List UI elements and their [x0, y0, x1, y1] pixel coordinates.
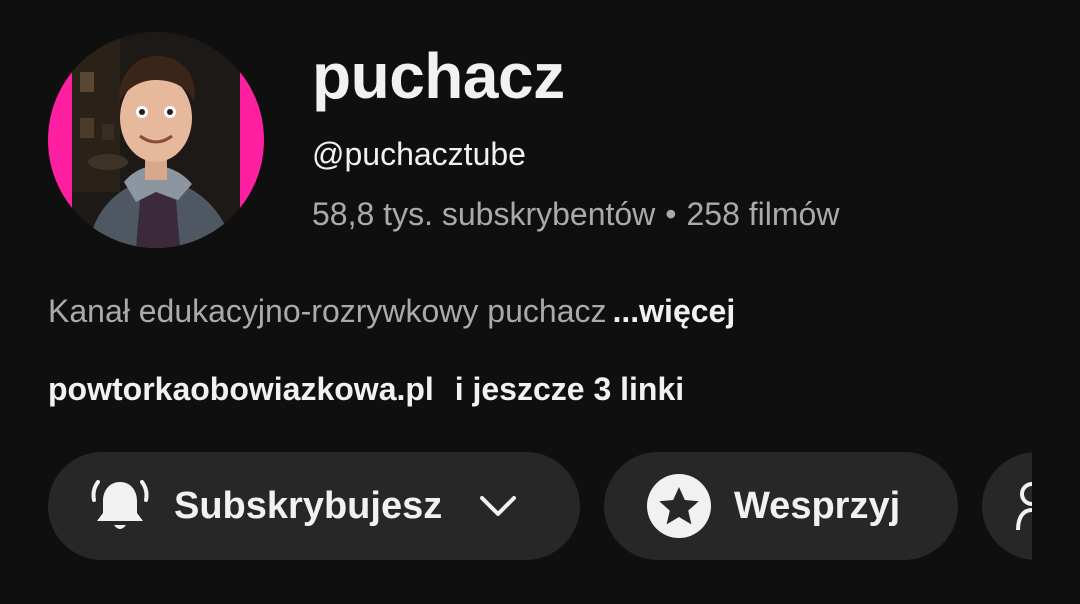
channel-name: puchacz	[312, 40, 565, 112]
subscribed-button[interactable]: Subskrybujesz	[48, 452, 580, 560]
stats-separator: •	[665, 196, 677, 232]
support-label: Wesprzyj	[734, 484, 901, 527]
channel-handle: @puchacztube	[312, 136, 526, 172]
description-text: Kanał edukacyjno-rozrywkowy puchacz	[48, 293, 607, 329]
channel-stats: 58,8 tys. subskrybentów • 258 filmów	[312, 194, 839, 234]
video-count: 258 filmów	[686, 196, 840, 232]
channel-links[interactable]: powtorkaobowiazkowa.pl i jeszcze 3 linki	[48, 368, 684, 410]
star-icon	[647, 474, 711, 538]
channel-description[interactable]: Kanał edukacyjno-rozrywkowy puchacz ...wi…	[48, 290, 735, 332]
action-buttons: Subskrybujesz Wesprzyj	[48, 452, 1032, 560]
person-icon	[1016, 482, 1032, 531]
partial-action-button[interactable]	[982, 452, 1032, 560]
primary-link[interactable]: powtorkaobowiazkowa.pl	[48, 371, 434, 407]
more-links[interactable]: i jeszcze 3 linki	[455, 371, 684, 407]
support-button[interactable]: Wesprzyj	[604, 452, 958, 560]
channel-avatar[interactable]	[48, 32, 264, 248]
bell-icon	[91, 480, 149, 529]
chevron-down-icon	[480, 496, 517, 516]
subscriber-count: 58,8 tys. subskrybentów	[312, 196, 656, 232]
subscribed-label: Subskrybujesz	[174, 484, 443, 527]
more-link[interactable]: ...więcej	[612, 293, 735, 329]
avatar-photo	[48, 32, 264, 248]
